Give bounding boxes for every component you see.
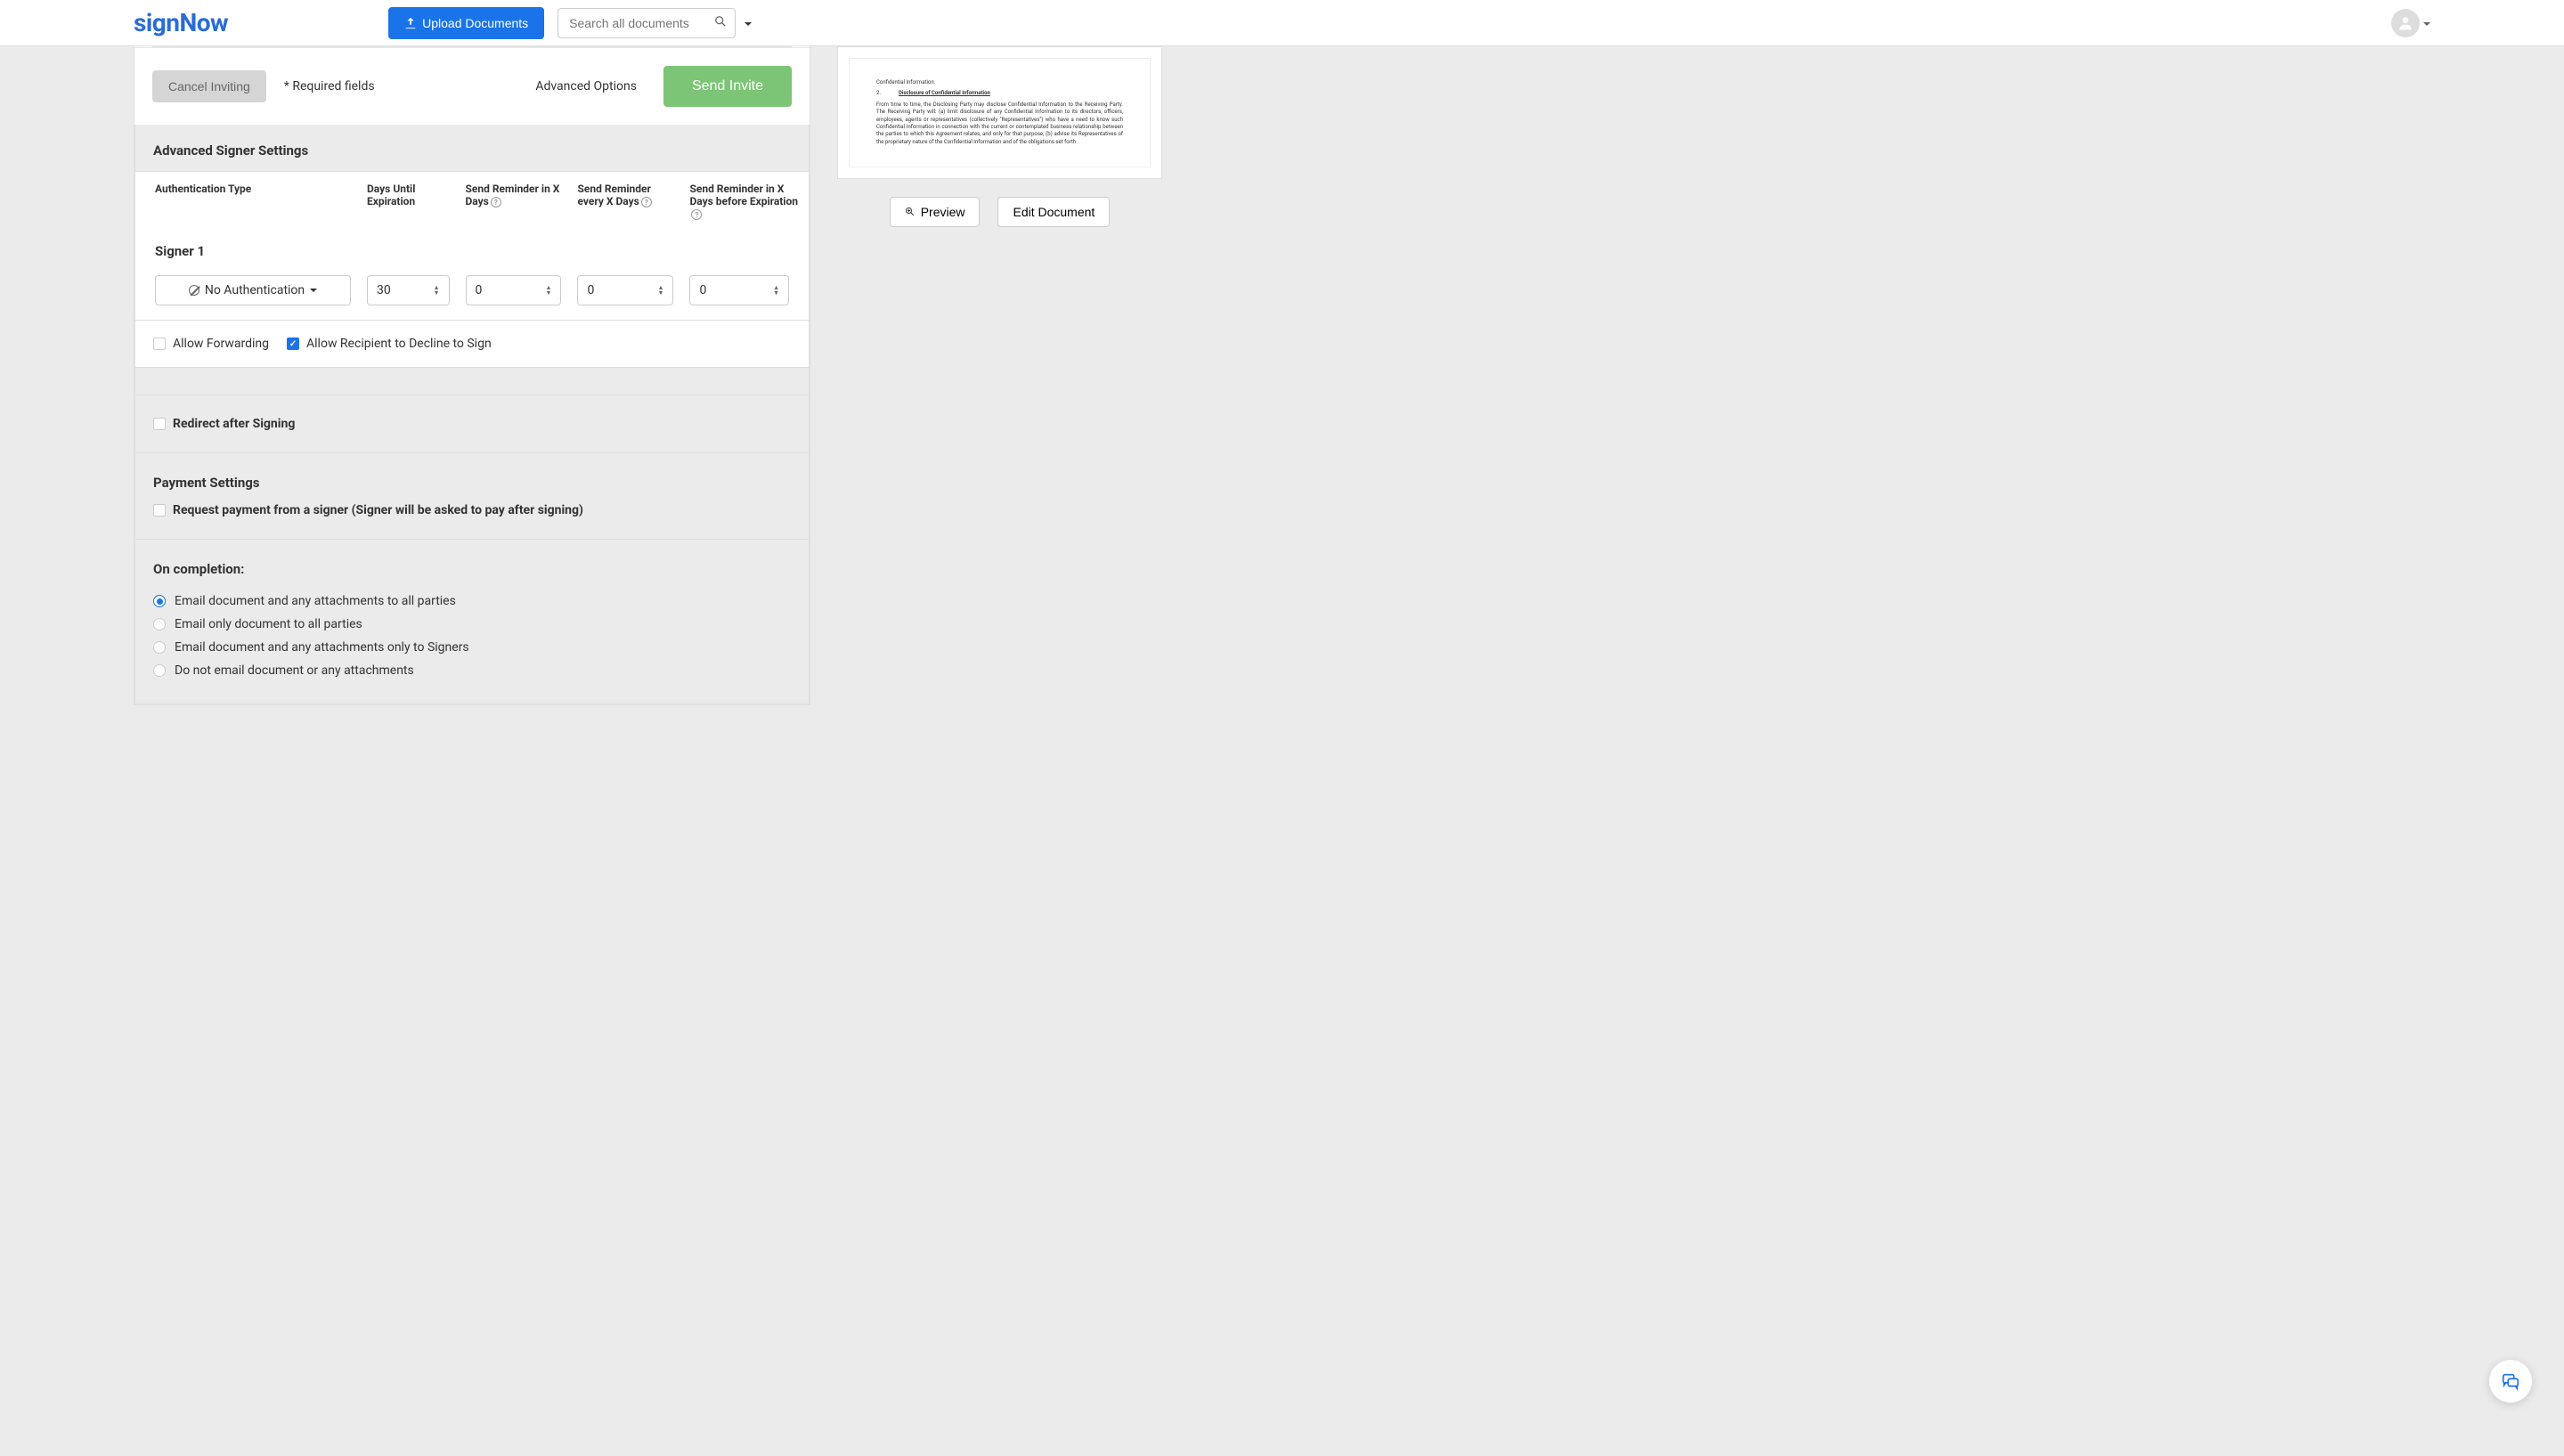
col-reminder-before-exp: Send Reminder in X Days before Expiratio… — [682, 174, 807, 229]
completion-option-0[interactable]: Email document and any attachments to al… — [153, 590, 791, 613]
radio-label: Email only document to all parties — [175, 617, 362, 631]
upload-label: Upload Documents — [422, 16, 528, 30]
doc-text: Confidential Information. — [876, 79, 1123, 86]
completion-option-2[interactable]: Email document and any attachments only … — [153, 636, 791, 659]
caret-down-icon — [310, 289, 317, 293]
redirect-after-signing-checkbox[interactable]: Redirect after Signing — [153, 417, 791, 431]
checkbox-icon — [287, 338, 299, 350]
completion-section: On completion: Email document and any at… — [135, 539, 809, 704]
chat-fab-button[interactable] — [2489, 1360, 2532, 1403]
advanced-signer-section: Advanced Signer Settings Authentication … — [134, 125, 810, 704]
authentication-type-select[interactable]: No Authentication — [155, 275, 351, 305]
send-invite-button[interactable]: Send Invite — [663, 66, 792, 107]
checkbox-label: Allow Recipient to Decline to Sign — [306, 337, 492, 351]
required-fields-note: * Required fields — [284, 79, 375, 94]
caret-down-icon — [745, 22, 752, 27]
spinner-arrows[interactable]: ▲▼ — [546, 285, 552, 296]
checkbox-label: Redirect after Signing — [173, 417, 295, 431]
allow-forwarding-checkbox[interactable]: Allow Forwarding — [153, 337, 269, 351]
doc-para: From time to time, the Disclosing Party … — [876, 102, 1123, 146]
edit-document-button[interactable]: Edit Document — [997, 197, 1110, 227]
search-wrap — [558, 8, 757, 38]
input-value: 0 — [587, 283, 594, 297]
document-page: Confidential Information. 2. Disclosure … — [849, 58, 1151, 167]
preview-actions: Preview Edit Document — [837, 197, 1162, 227]
spinner-arrows[interactable]: ▲▼ — [773, 285, 779, 296]
radio-icon — [153, 641, 166, 654]
col-days-exp: Days Until Expiration — [360, 174, 457, 229]
help-icon[interactable]: ? — [691, 209, 702, 220]
no-auth-icon — [189, 285, 199, 296]
document-preview-thumbnail[interactable]: Confidential Information. 2. Disclosure … — [837, 46, 1162, 179]
caret-down-icon — [2423, 16, 2430, 30]
app-header: signNow Upload Documents — [0, 0, 2564, 46]
search-dropdown-button[interactable] — [739, 9, 757, 37]
input-value: 30 — [377, 283, 391, 297]
help-icon[interactable]: ? — [641, 197, 652, 207]
signer-label: Signer 1 — [137, 231, 807, 266]
redirect-section: Redirect after Signing — [135, 395, 809, 452]
input-value: 0 — [699, 283, 706, 297]
completion-option-1[interactable]: Email only document to all parties — [153, 613, 791, 636]
spinner-arrows[interactable]: ▲▼ — [658, 285, 664, 296]
radio-icon — [153, 595, 166, 607]
days-until-expiration-input[interactable]: 30 ▲▼ — [367, 275, 450, 305]
button-label: Edit Document — [1013, 205, 1095, 219]
signer-settings-table: Authentication Type Days Until Expiratio… — [135, 171, 809, 321]
radio-label: Email document and any attachments to al… — [175, 594, 456, 608]
upload-documents-button[interactable]: Upload Documents — [388, 7, 544, 39]
preview-button[interactable]: Preview — [890, 197, 981, 227]
cancel-inviting-button[interactable]: Cancel Inviting — [152, 70, 266, 102]
user-menu[interactable] — [2391, 9, 2430, 37]
request-payment-checkbox[interactable]: Request payment from a signer (Signer wi… — [153, 503, 791, 517]
radio-label: Email document and any attachments only … — [175, 640, 469, 655]
input-value: 0 — [476, 283, 483, 297]
checkbox-icon — [153, 338, 166, 350]
upload-icon — [404, 17, 417, 29]
zoom-icon — [905, 207, 916, 217]
payment-title: Payment Settings — [153, 475, 791, 491]
allow-decline-checkbox[interactable]: Allow Recipient to Decline to Sign — [287, 337, 492, 351]
button-label: Preview — [921, 205, 965, 219]
checkbox-icon — [153, 504, 166, 517]
search-input[interactable] — [558, 8, 736, 38]
payment-section: Payment Settings Request payment from a … — [135, 452, 809, 539]
search-box — [558, 8, 736, 38]
radio-icon — [153, 664, 166, 677]
col-auth-type: Authentication Type — [137, 174, 358, 229]
doc-item-title: Disclosure of Confidential Information — [899, 90, 990, 97]
col-reminder-every: Send Reminder every X Days? — [570, 174, 680, 229]
checkbox-label: Request payment from a signer (Signer wi… — [173, 503, 583, 517]
radio-icon — [153, 618, 166, 630]
advanced-options-link[interactable]: Advanced Options — [535, 79, 637, 94]
table-row: Signer 1 — [137, 231, 807, 266]
action-bar: Cancel Inviting * Required fields Advanc… — [134, 47, 810, 125]
avatar-icon — [2391, 9, 2420, 37]
checkbox-icon — [153, 418, 166, 430]
help-icon[interactable]: ? — [491, 197, 501, 207]
logo: signNow — [134, 8, 228, 37]
advanced-signer-title: Advanced Signer Settings — [135, 125, 809, 171]
reminder-in-x-input[interactable]: 0 ▲▼ — [466, 275, 562, 305]
col-reminder-in: Send Reminder in X Days? — [459, 174, 569, 229]
spinner-arrows[interactable]: ▲▼ — [434, 285, 440, 296]
signer-checkbox-row: Allow Forwarding Allow Recipient to Decl… — [135, 321, 809, 368]
checkbox-label: Allow Forwarding — [173, 337, 269, 351]
completion-option-3[interactable]: Do not email document or any attachments — [153, 659, 791, 682]
reminder-every-x-input[interactable]: 0 ▲▼ — [577, 275, 673, 305]
chat-icon — [2501, 1371, 2520, 1391]
table-row: No Authentication 30 ▲▼ — [137, 268, 807, 318]
auth-value: No Authentication — [205, 283, 305, 297]
doc-item-num: 2. — [876, 90, 881, 97]
radio-label: Do not email document or any attachments — [175, 663, 414, 678]
reminder-before-exp-input[interactable]: 0 ▲▼ — [689, 275, 789, 305]
completion-title: On completion: — [153, 561, 791, 577]
